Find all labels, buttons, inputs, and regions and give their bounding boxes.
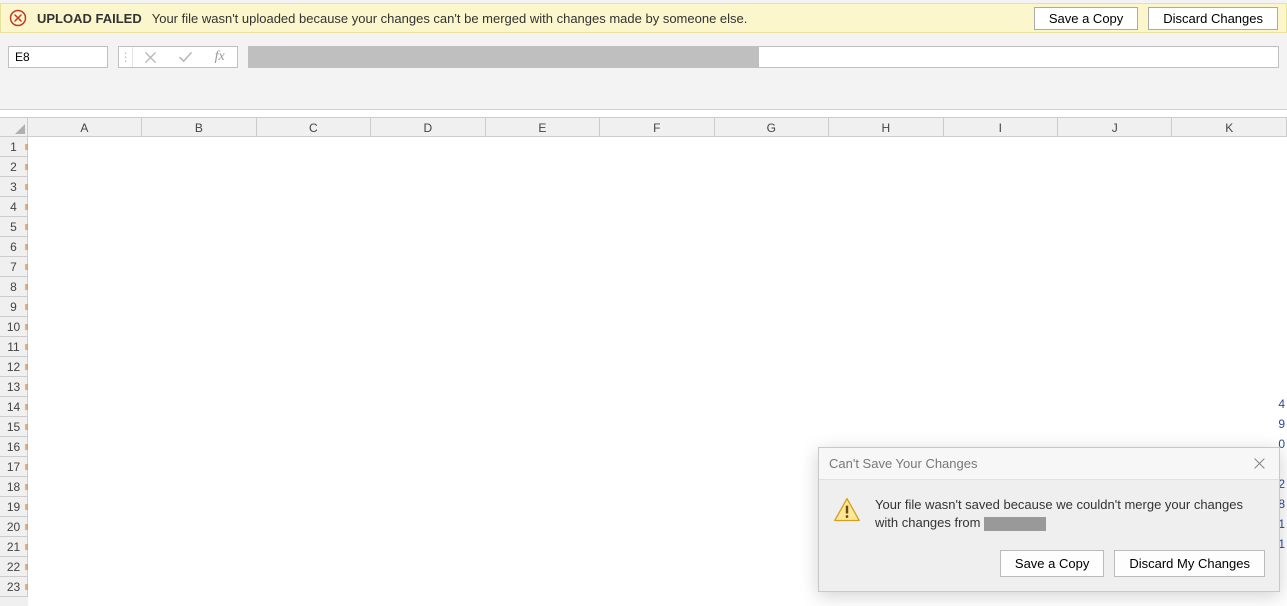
row-header[interactable]: 23 (0, 577, 28, 597)
column-headers: ABCDEFGHIJK (0, 117, 1287, 137)
error-circle-icon (9, 9, 27, 27)
row-header[interactable]: 15 (0, 417, 28, 437)
row-header[interactable]: 19 (0, 497, 28, 517)
column-header[interactable]: A (28, 117, 142, 136)
row-header[interactable]: 4 (0, 197, 28, 217)
row-header[interactable]: 21 (0, 537, 28, 557)
row-header[interactable]: 22 (0, 557, 28, 577)
upload-failed-message: Your file wasn't uploaded because your c… (152, 11, 748, 26)
row-header[interactable]: 16 (0, 437, 28, 457)
row-header[interactable]: 13 (0, 377, 28, 397)
row-header[interactable]: 9 (0, 297, 28, 317)
column-header[interactable]: F (600, 117, 714, 136)
dialog-message: Your file wasn't saved because we couldn… (875, 496, 1265, 532)
row-header[interactable]: 12 (0, 357, 28, 377)
row-header[interactable]: 3 (0, 177, 28, 197)
column-header[interactable]: E (486, 117, 600, 136)
name-box[interactable] (8, 46, 108, 68)
formula-bar: ⋮ fx (8, 46, 1279, 68)
save-copy-button[interactable]: Save a Copy (1034, 7, 1138, 30)
enter-icon[interactable] (168, 52, 203, 63)
cancel-icon[interactable] (133, 52, 168, 63)
cell-fragment: 9 (1278, 417, 1285, 431)
row-header[interactable]: 8 (0, 277, 28, 297)
column-header[interactable]: D (371, 117, 485, 136)
row-header[interactable]: 10 (0, 317, 28, 337)
row-header[interactable]: 7 (0, 257, 28, 277)
row-header[interactable]: 1 (0, 137, 28, 157)
formula-bar-area: ⋮ fx (0, 42, 1287, 110)
formula-input-redacted (249, 47, 759, 67)
row-header[interactable]: 17 (0, 457, 28, 477)
column-header[interactable]: B (142, 117, 256, 136)
upload-failed-title: UPLOAD FAILED (37, 11, 142, 26)
row-header[interactable]: 14 (0, 397, 28, 417)
column-header[interactable]: I (944, 117, 1058, 136)
dialog-save-copy-button[interactable]: Save a Copy (1000, 550, 1104, 577)
column-header[interactable]: K (1172, 117, 1286, 136)
cant-save-dialog: Can't Save Your Changes Your file wasn't… (818, 447, 1280, 592)
column-header[interactable]: G (715, 117, 829, 136)
redacted-name (984, 517, 1046, 531)
row-header[interactable]: 2 (0, 157, 28, 177)
row-header[interactable]: 18 (0, 477, 28, 497)
column-header[interactable]: C (257, 117, 371, 136)
row-header[interactable]: 6 (0, 237, 28, 257)
formula-bar-controls: ⋮ fx (118, 46, 238, 68)
row-headers: 1234567891011121314151617181920212223 (0, 137, 28, 606)
warning-triangle-icon (833, 496, 861, 524)
column-header[interactable]: J (1058, 117, 1172, 136)
close-icon[interactable] (1249, 454, 1269, 474)
discard-changes-button[interactable]: Discard Changes (1148, 7, 1278, 30)
formula-input[interactable] (248, 46, 1279, 68)
dialog-title-text: Can't Save Your Changes (829, 456, 977, 471)
cell-fragment: 4 (1278, 397, 1285, 411)
more-icon[interactable]: ⋮ (119, 47, 133, 67)
row-header[interactable]: 11 (0, 337, 28, 357)
dialog-titlebar: Can't Save Your Changes (819, 448, 1279, 480)
select-all-corner[interactable] (0, 117, 28, 136)
fx-icon[interactable]: fx (202, 49, 237, 65)
row-header[interactable]: 20 (0, 517, 28, 537)
upload-failed-bar: UPLOAD FAILED Your file wasn't uploaded … (0, 3, 1287, 33)
dialog-discard-button[interactable]: Discard My Changes (1114, 550, 1265, 577)
row-header[interactable]: 5 (0, 217, 28, 237)
column-header[interactable]: H (829, 117, 943, 136)
